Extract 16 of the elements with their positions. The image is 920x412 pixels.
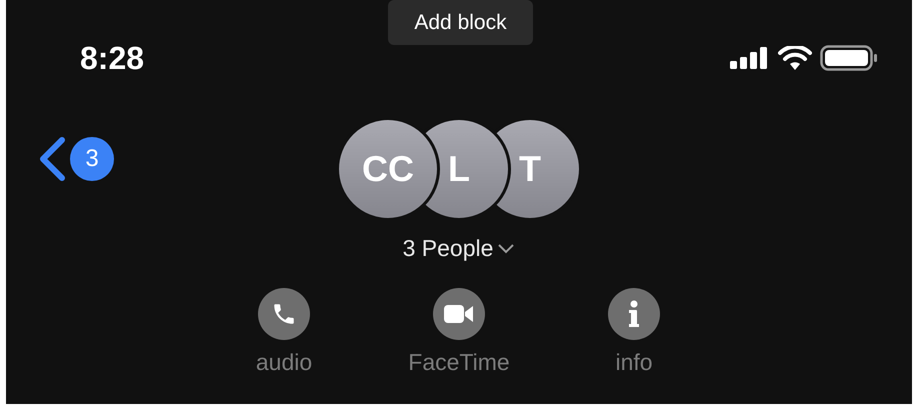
battery-icon — [820, 45, 878, 71]
back-button[interactable]: 3 — [38, 137, 114, 181]
status-time: 8:28 — [80, 39, 144, 78]
contact-avatar: CC — [336, 117, 440, 221]
tooltip: Add block — [388, 0, 533, 45]
wifi-icon — [778, 46, 812, 70]
back-chevron-icon — [38, 137, 66, 181]
contact-action-button[interactable]: info — [546, 288, 722, 376]
contact-action-button[interactable]: FaceTime — [372, 288, 546, 376]
video-camera-icon — [444, 304, 474, 324]
unread-badge: 3 — [70, 137, 114, 181]
group-title-button[interactable]: 3 People — [402, 231, 516, 266]
signal-icon — [730, 47, 770, 69]
contact-action-button[interactable]: audio — [196, 288, 372, 376]
info-icon — [629, 300, 639, 328]
chevron-down-icon — [497, 242, 516, 254]
